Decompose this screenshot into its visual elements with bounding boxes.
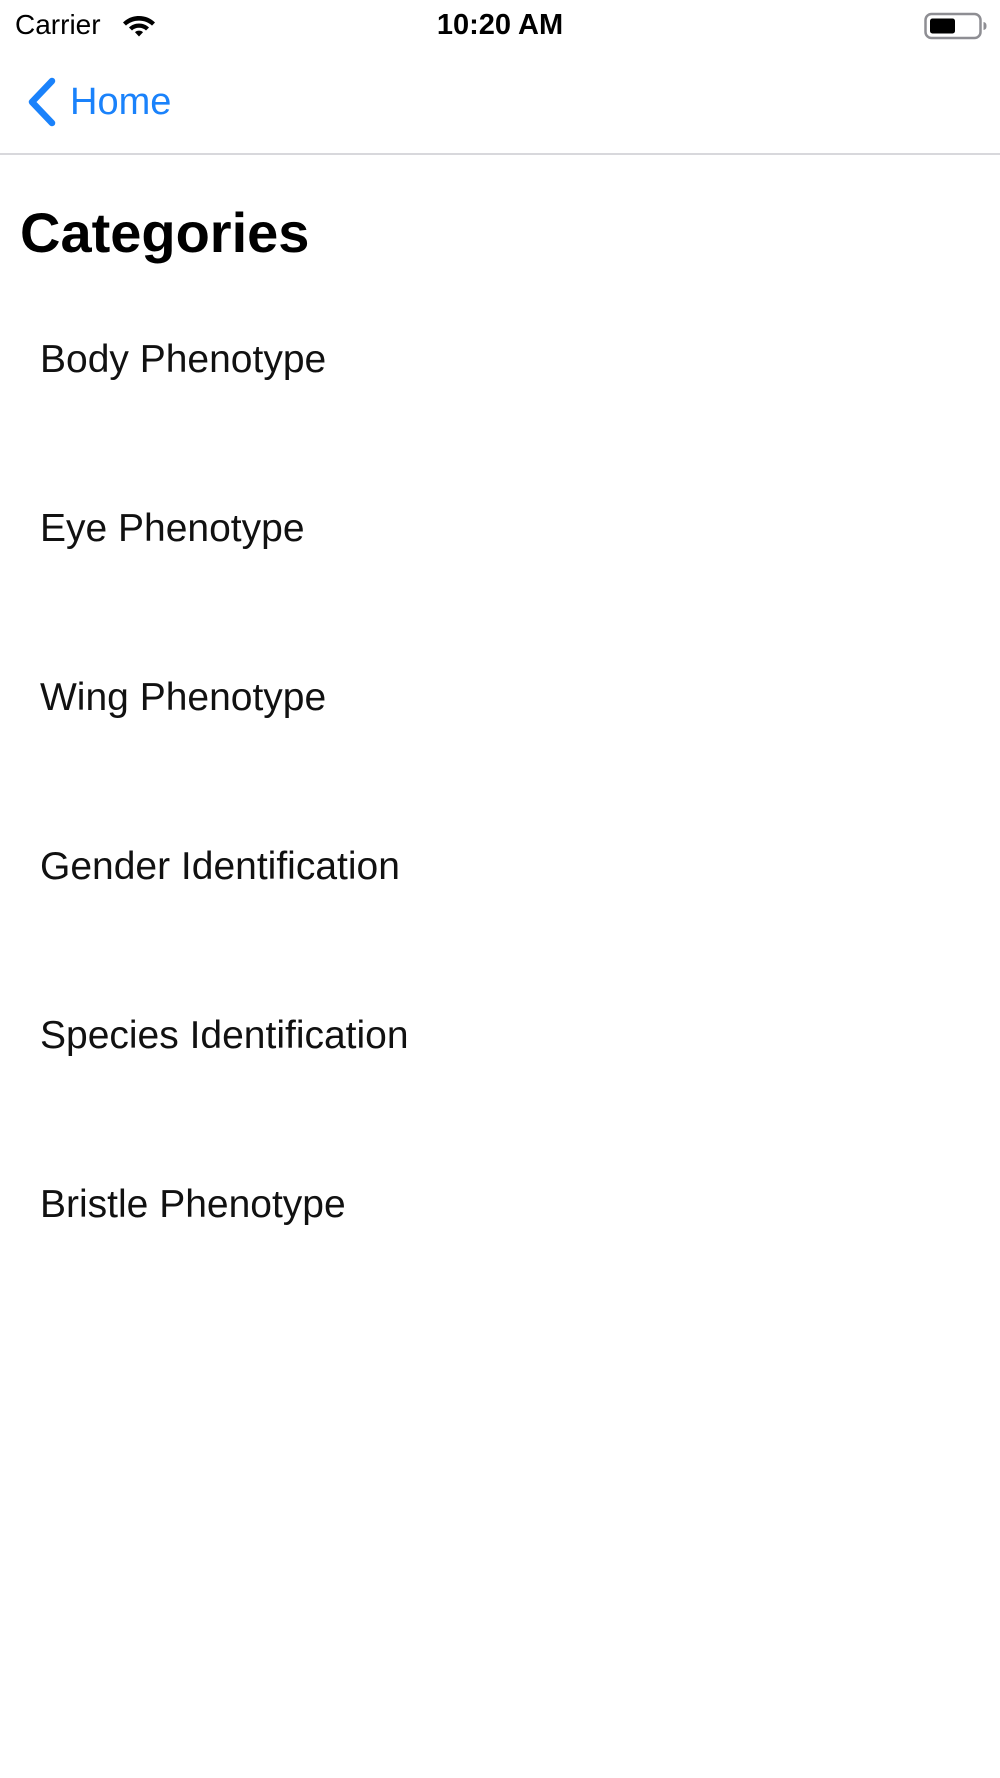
category-label: Eye Phenotype xyxy=(40,506,305,550)
navigation-bar: Home xyxy=(0,50,1000,155)
category-list: Body Phenotype Eye Phenotype Wing Phenot… xyxy=(0,298,1000,1312)
back-button[interactable]: Home xyxy=(24,74,171,130)
category-label: Wing Phenotype xyxy=(40,675,327,719)
page-title: Categories xyxy=(20,201,310,264)
category-label: Gender Identification xyxy=(40,844,400,888)
category-label: Species Identification xyxy=(40,1013,409,1057)
category-item-eye-phenotype[interactable]: Eye Phenotype xyxy=(0,467,1000,636)
category-item-body-phenotype[interactable]: Body Phenotype xyxy=(0,298,1000,467)
chevron-left-icon xyxy=(28,77,56,127)
category-item-gender-identification[interactable]: Gender Identification xyxy=(0,805,1000,974)
categories-screen: Carrier 10:20 AM Home Categories Body Ph… xyxy=(0,0,1000,1778)
category-item-bristle-phenotype[interactable]: Bristle Phenotype xyxy=(0,1143,1000,1312)
status-bar: Carrier 10:20 AM xyxy=(0,0,1000,50)
battery-icon xyxy=(924,12,987,40)
status-time: 10:20 AM xyxy=(436,9,564,41)
category-label: Body Phenotype xyxy=(40,337,327,381)
category-item-wing-phenotype[interactable]: Wing Phenotype xyxy=(0,636,1000,805)
category-item-species-identification[interactable]: Species Identification xyxy=(0,974,1000,1143)
category-label: Bristle Phenotype xyxy=(40,1182,346,1226)
back-button-label: Home xyxy=(70,81,172,123)
